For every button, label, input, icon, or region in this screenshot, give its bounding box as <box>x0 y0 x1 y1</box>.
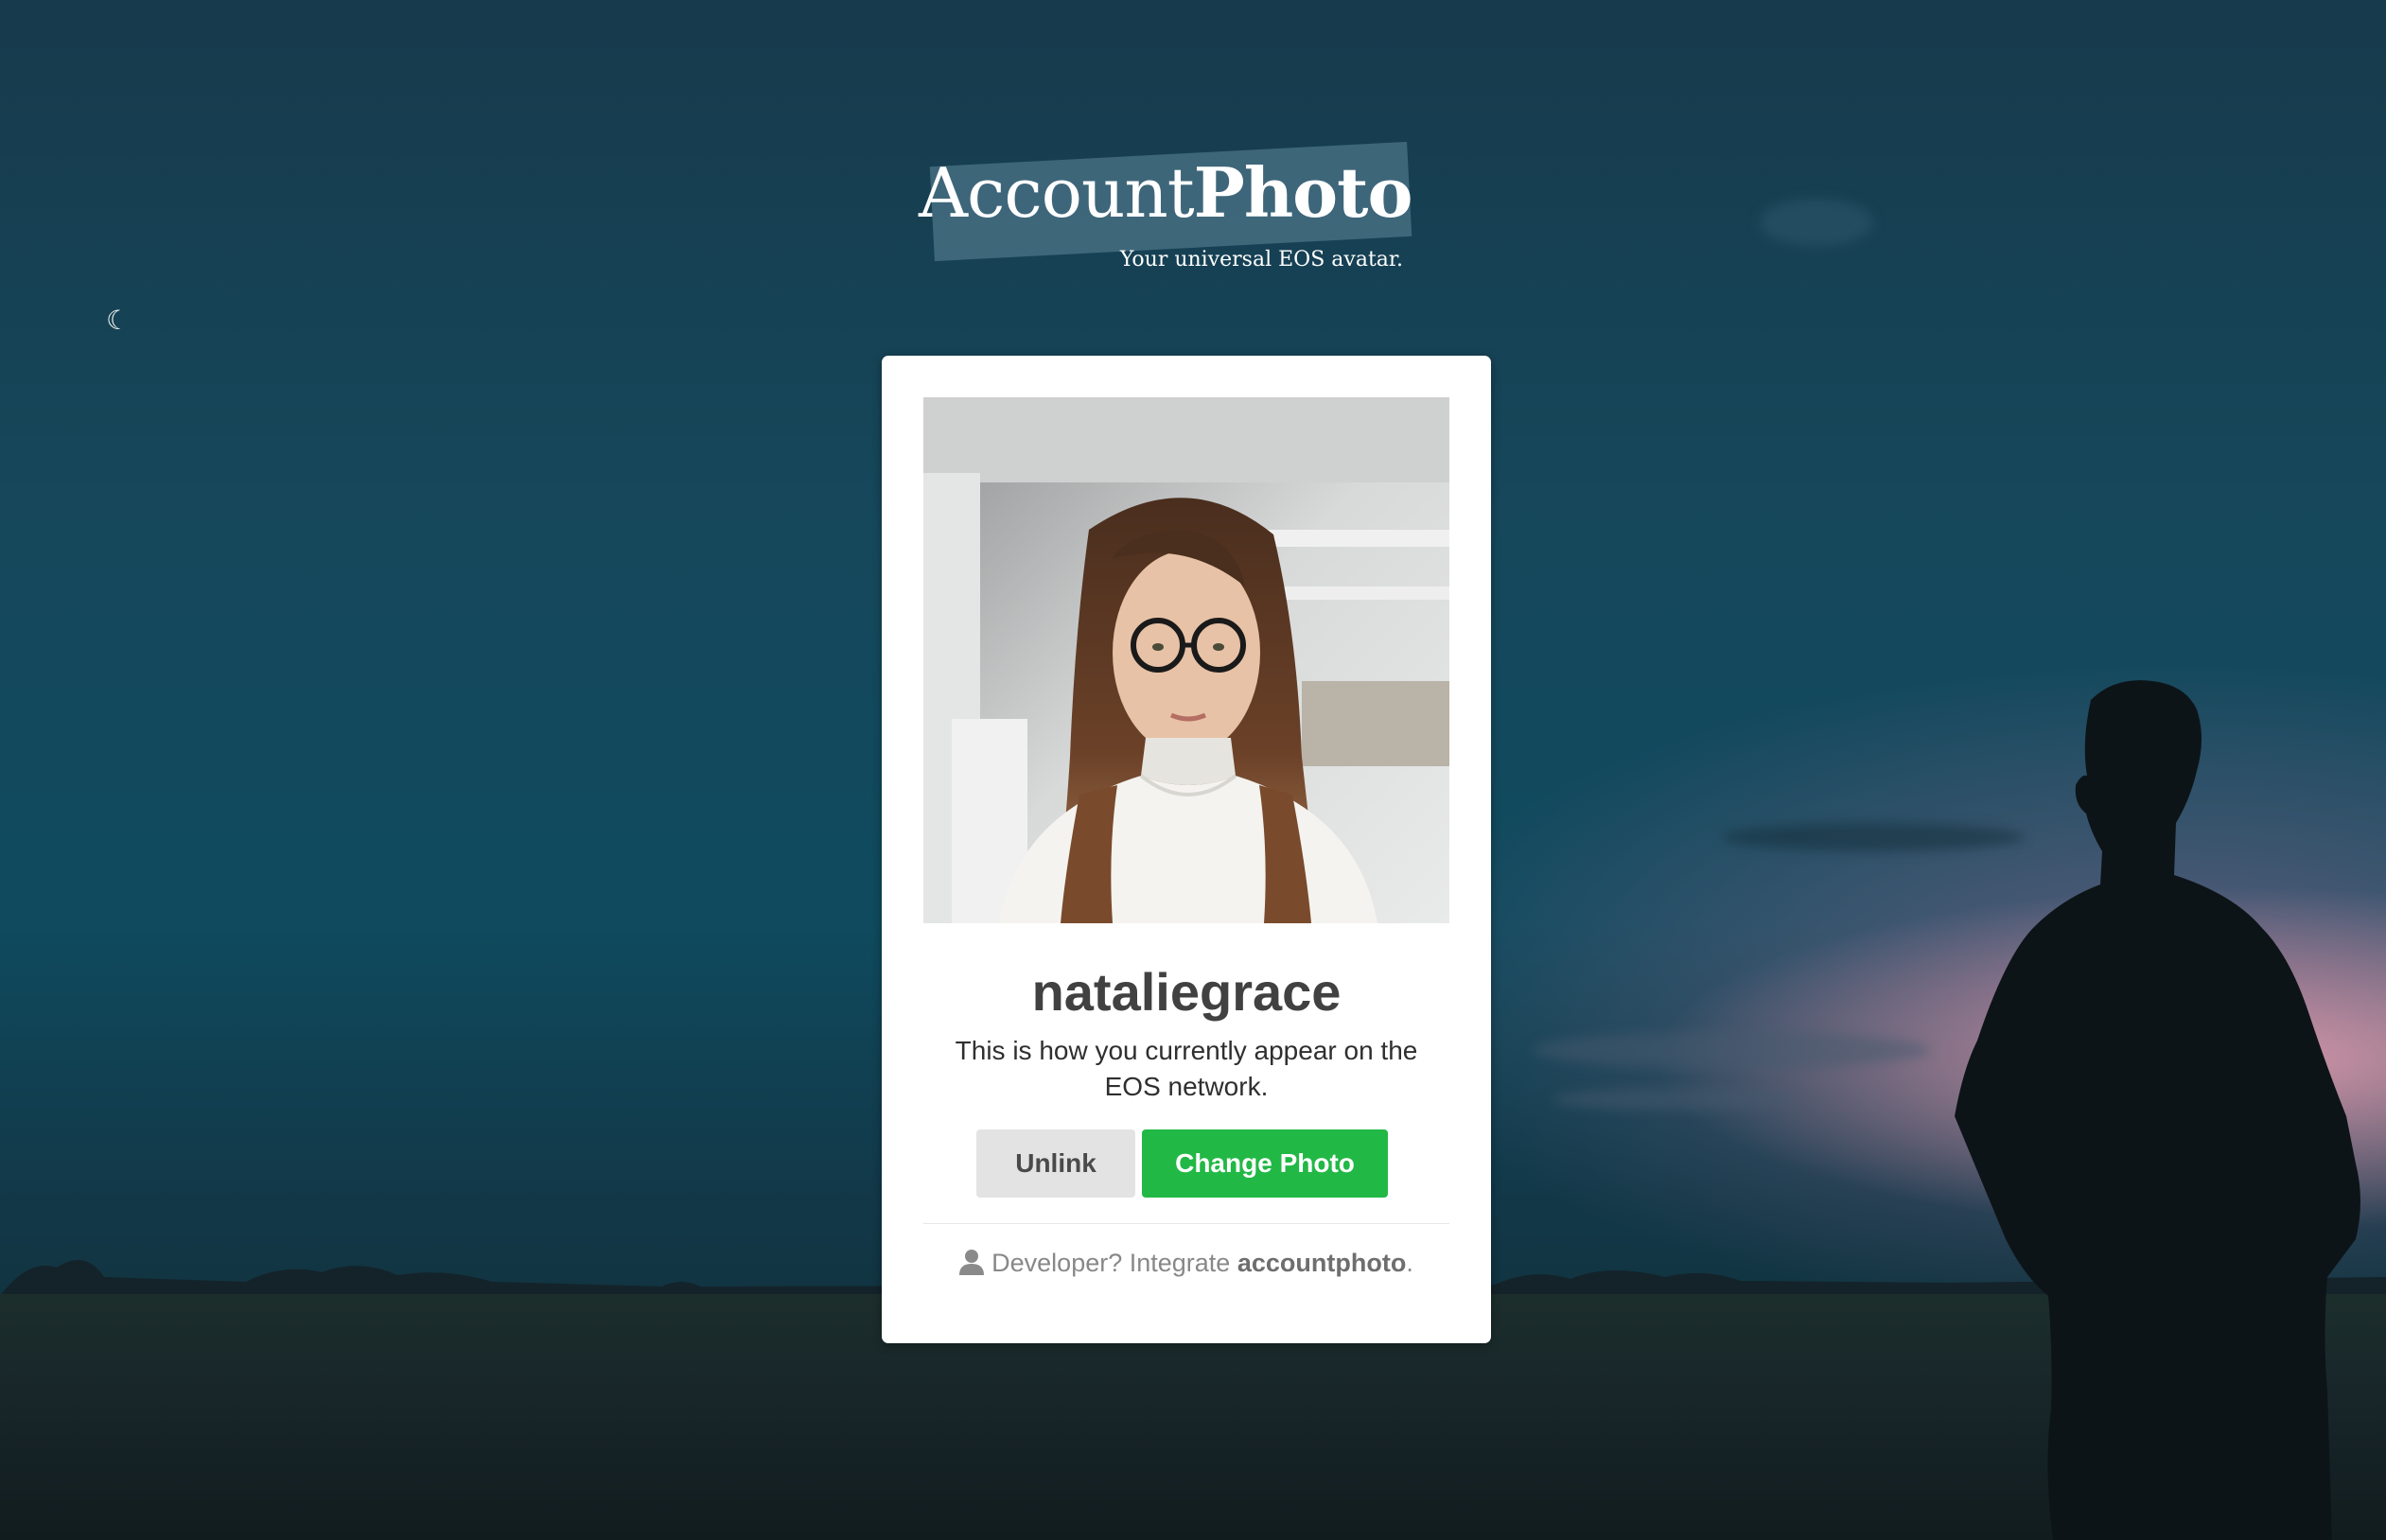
user-icon <box>959 1250 985 1275</box>
cloud <box>1760 199 1873 246</box>
integrate-link[interactable]: accountphoto <box>1237 1249 1406 1277</box>
developer-prompt: Developer? Integrate <box>991 1249 1237 1277</box>
logo-title-light: Account <box>919 153 1195 233</box>
profile-description: This is how you currently appear on the … <box>955 1036 1418 1101</box>
avatar <box>923 397 1449 923</box>
profile-photo <box>923 397 1449 923</box>
logo-title-bold: Photo <box>1193 152 1413 233</box>
username: nataliegrace <box>1031 962 1342 1022</box>
action-buttons: Unlink Change Photo <box>976 1129 1388 1198</box>
cloud <box>1533 1031 1930 1069</box>
footer-period: . <box>1406 1249 1413 1277</box>
divider <box>923 1223 1449 1224</box>
person-silhouette <box>1955 680 2360 1540</box>
logo: AccountPhoto Your universal EOS avatar. <box>913 137 1443 279</box>
profile-card: nataliegrace This is how you currently a… <box>882 356 1491 1343</box>
change-photo-button[interactable]: Change Photo <box>1142 1129 1388 1198</box>
developer-footer: Developer? Integrate accountphoto. <box>882 1249 1491 1278</box>
logo-tagline: Your universal EOS avatar. <box>1119 248 1403 271</box>
moon-icon: ☾ <box>106 305 131 336</box>
cloud <box>1552 1088 1798 1111</box>
unlink-button[interactable]: Unlink <box>976 1129 1135 1198</box>
logo-title: AccountPhoto <box>919 152 1412 233</box>
